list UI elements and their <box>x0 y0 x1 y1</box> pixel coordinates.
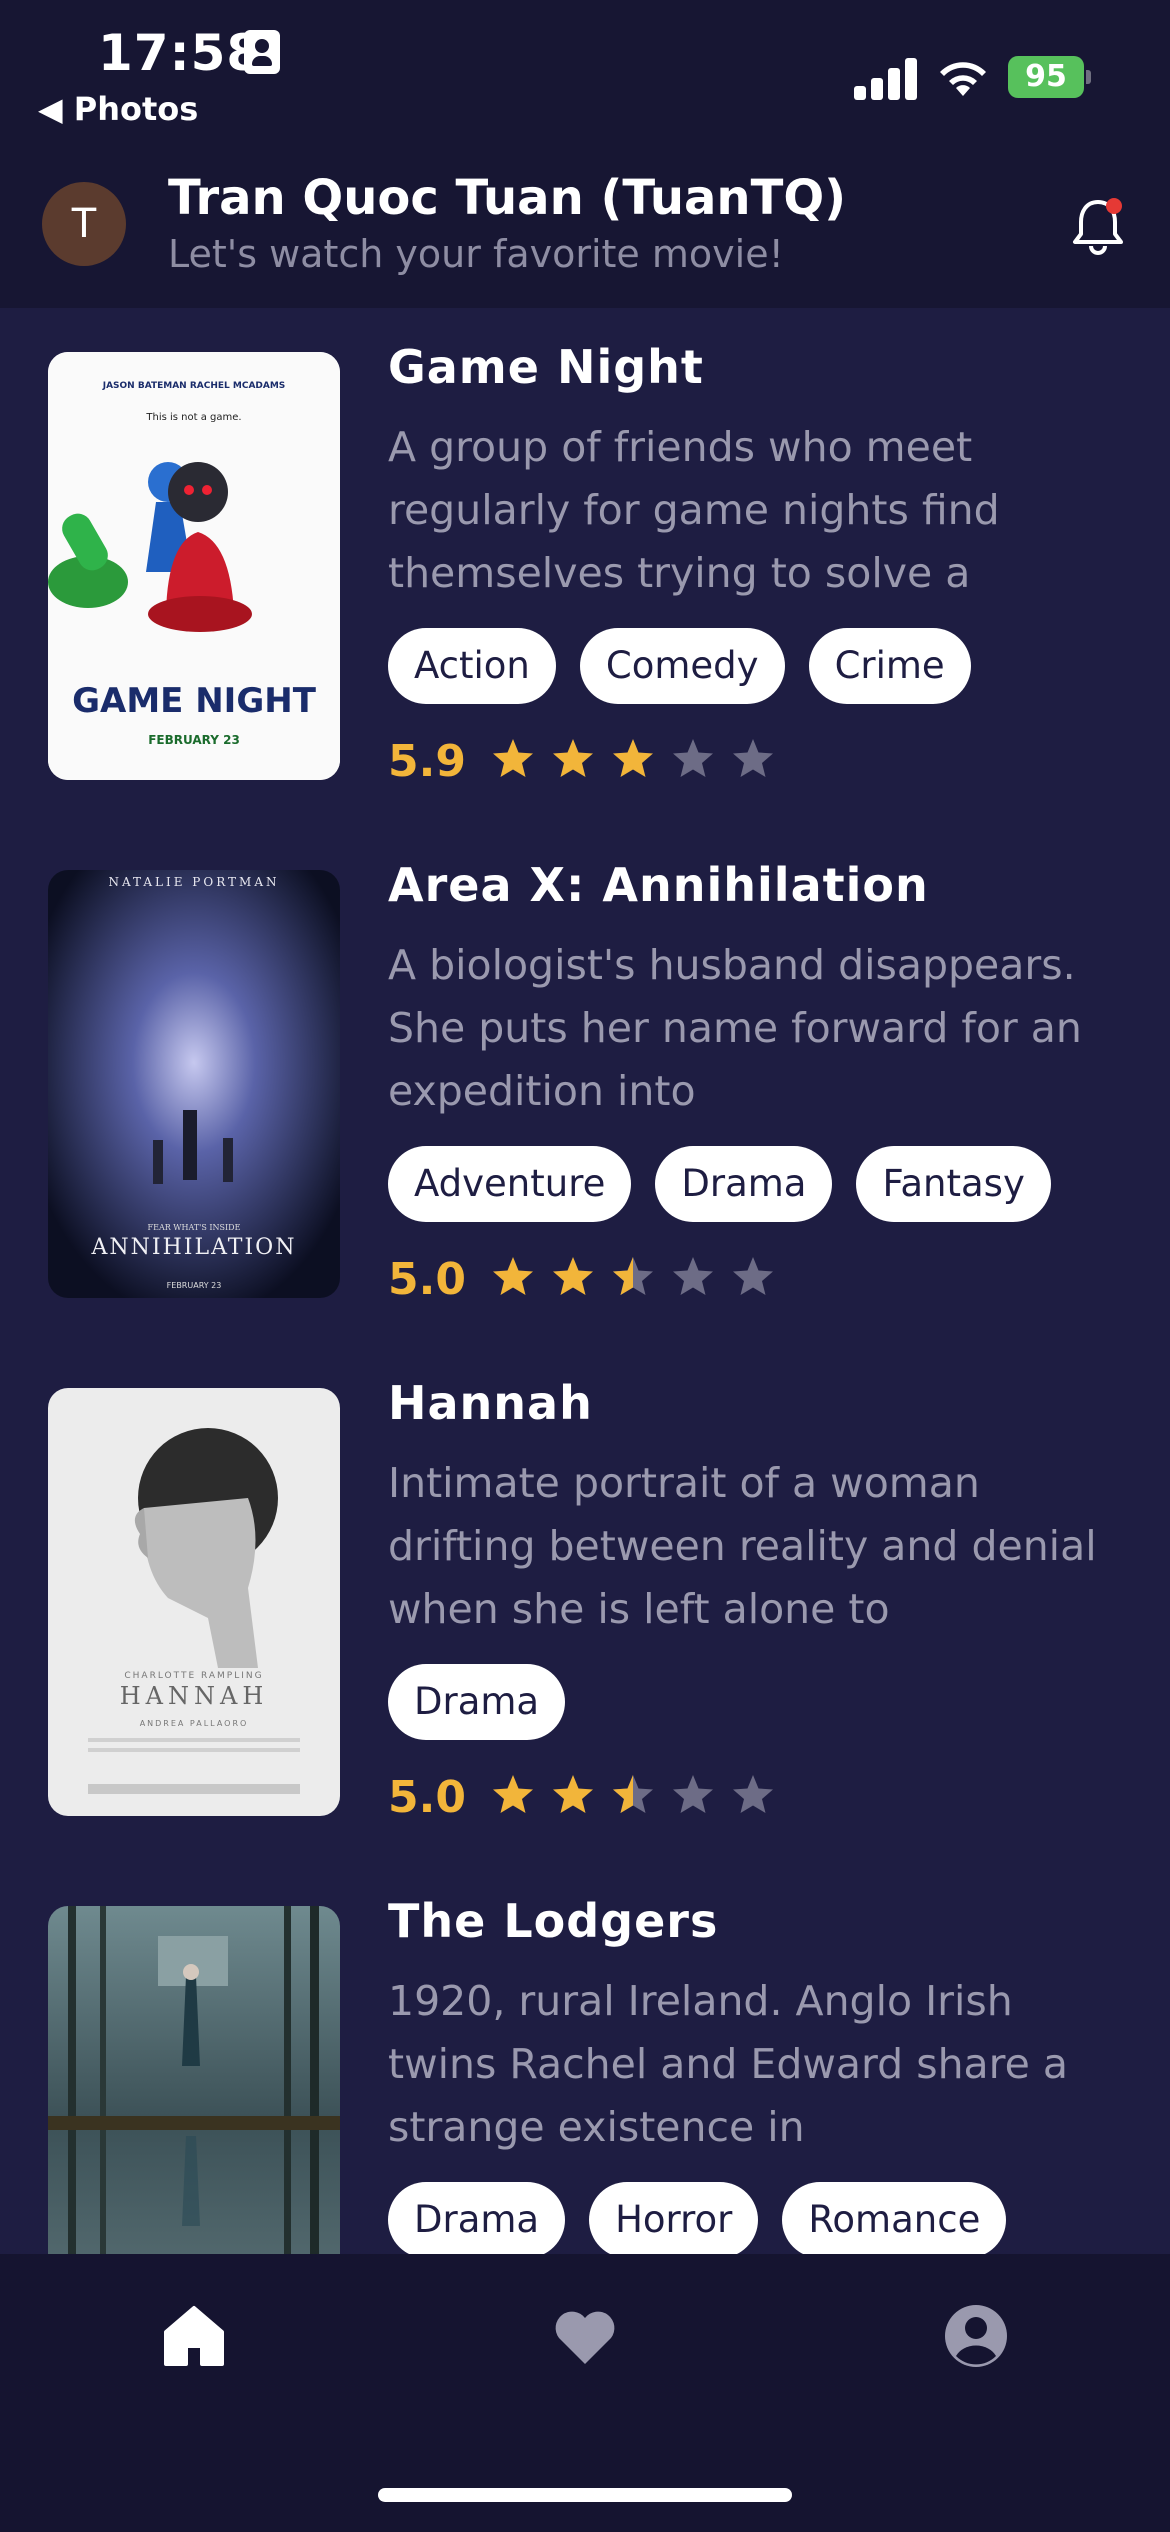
avatar[interactable]: T <box>42 182 126 266</box>
genre-tags: Action Comedy Crime <box>388 628 971 704</box>
genre-tag[interactable]: Comedy <box>579 628 785 704</box>
genre-tag[interactable]: Romance <box>782 2182 1007 2254</box>
star-filled-icon <box>553 739 593 777</box>
clock: 17:58 <box>98 24 263 82</box>
home-indicator <box>378 2488 792 2502</box>
movie-card[interactable]: JASON BATEMAN RACHEL MCADAMS This is not… <box>0 308 1170 788</box>
movie-title[interactable]: Area X: Annihilation <box>388 858 929 912</box>
star-empty-icon <box>673 1257 713 1295</box>
star-empty-icon <box>733 739 773 777</box>
star-half-icon <box>613 1775 653 1813</box>
header-subtitle: Let's watch your favorite movie! <box>168 232 784 276</box>
movie-description: Intimate portrait of a woman drifting be… <box>388 1459 1097 1633</box>
movie-title[interactable]: The Lodgers <box>388 1894 718 1948</box>
svg-text:GAME NIGHT: GAME NIGHT <box>72 681 317 721</box>
rating-score: 5.0 <box>388 1254 466 1305</box>
genre-tag[interactable]: Adventure <box>388 1146 632 1222</box>
rating-score: 5.0 <box>388 1772 466 1823</box>
svg-text:FEBRUARY 23: FEBRUARY 23 <box>167 1281 222 1290</box>
star-filled-icon <box>493 1257 533 1295</box>
star-filled-icon <box>553 1775 593 1813</box>
star-empty-icon <box>673 739 713 777</box>
svg-text:FEAR WHAT'S INSIDE: FEAR WHAT'S INSIDE <box>148 1223 241 1232</box>
star-empty-icon <box>673 1775 713 1813</box>
genre-tag[interactable]: Action <box>388 628 556 704</box>
star-half-icon <box>613 1257 653 1295</box>
rating-stars <box>490 1772 776 1818</box>
movie-poster[interactable]: JASON BATEMAN RACHEL MCADAMS This is not… <box>48 352 340 780</box>
star-filled-icon <box>493 739 533 777</box>
genre-tags: Adventure Drama Fantasy <box>388 1146 1051 1222</box>
genre-tag[interactable]: Drama <box>655 1146 833 1222</box>
svg-text:This is not a game.: This is not a game. <box>145 412 241 423</box>
star-empty-icon <box>733 1775 773 1813</box>
heart-icon[interactable] <box>549 2300 621 2372</box>
user-name: Tran Quoc Tuan (TuanTQ) <box>168 170 847 226</box>
movie-list[interactable]: JASON BATEMAN RACHEL MCADAMS This is not… <box>0 308 1170 2254</box>
genre-tag[interactable]: Horror <box>589 2182 759 2254</box>
app-header: T Tran Quoc Tuan (TuanTQ) Let's watch yo… <box>0 160 1170 308</box>
contact-card-icon <box>244 30 280 74</box>
movie-title[interactable]: Game Night <box>388 340 704 394</box>
genre-tag[interactable]: Crime <box>808 628 971 704</box>
star-filled-icon <box>493 1775 533 1813</box>
genre-tags: Drama Horror Romance <box>388 2182 1007 2254</box>
rating-stars <box>490 736 776 782</box>
star-empty-icon <box>733 1257 773 1295</box>
movie-poster[interactable] <box>48 1906 340 2254</box>
home-icon[interactable] <box>158 2300 230 2372</box>
movie-description: A biologist's husband disappears. She pu… <box>388 941 1082 1115</box>
movie-description: 1920, rural Ireland. Anglo Irish twins R… <box>388 1977 1069 2151</box>
rating-score: 5.9 <box>388 736 466 787</box>
movie-card[interactable]: The Lodgers 1920, rural Ireland. Anglo I… <box>0 1862 1170 2254</box>
svg-text:ANDREA PALLAORO: ANDREA PALLAORO <box>140 1719 249 1728</box>
profile-icon[interactable] <box>940 2300 1012 2372</box>
genre-tag[interactable]: Drama <box>388 2182 566 2254</box>
genre-tags: Drama <box>388 1664 566 1740</box>
rating-stars <box>490 1254 776 1300</box>
svg-text:HANNAH: HANNAH <box>120 1682 269 1710</box>
star-filled-icon <box>553 1257 593 1295</box>
notification-bell-icon[interactable] <box>1068 194 1128 258</box>
movie-card[interactable]: CHARLOTTE RAMPLING HANNAH ANDREA PALLAOR… <box>0 1344 1170 1824</box>
genre-tag[interactable]: Fantasy <box>856 1146 1051 1222</box>
movie-description: A group of friends who meet regularly fo… <box>388 423 1000 597</box>
movie-title[interactable]: Hannah <box>388 1376 593 1430</box>
battery-icon: 95 <box>1008 56 1084 98</box>
svg-text:ANNIHILATION: ANNIHILATION <box>91 1235 297 1260</box>
battery-cap <box>1086 70 1091 84</box>
cellular-signal-icon <box>854 56 918 100</box>
wifi-icon <box>940 62 986 96</box>
movie-poster[interactable]: CHARLOTTE RAMPLING HANNAH ANDREA PALLAOR… <box>48 1388 340 1816</box>
movie-card[interactable]: NATALIE PORTMAN FEAR WHAT'S INSIDE ANNIH… <box>0 826 1170 1306</box>
genre-tag[interactable]: Drama <box>388 1664 566 1740</box>
svg-text:FEBRUARY 23: FEBRUARY 23 <box>148 733 240 747</box>
svg-text:CHARLOTTE RAMPLING: CHARLOTTE RAMPLING <box>124 1671 263 1681</box>
svg-text:NATALIE PORTMAN: NATALIE PORTMAN <box>109 875 280 889</box>
star-filled-icon <box>613 739 653 777</box>
status-bar: 17:58 ◀ Photos 95 <box>0 0 1170 160</box>
svg-text:JASON BATEMAN RACHEL MCADAM: JASON BATEMAN RACHEL MCADAMS <box>102 381 286 391</box>
back-to-photos-link[interactable]: ◀ Photos <box>38 90 198 128</box>
notification-dot <box>1106 198 1122 214</box>
movie-poster[interactable]: NATALIE PORTMAN FEAR WHAT'S INSIDE ANNIH… <box>48 870 340 1298</box>
